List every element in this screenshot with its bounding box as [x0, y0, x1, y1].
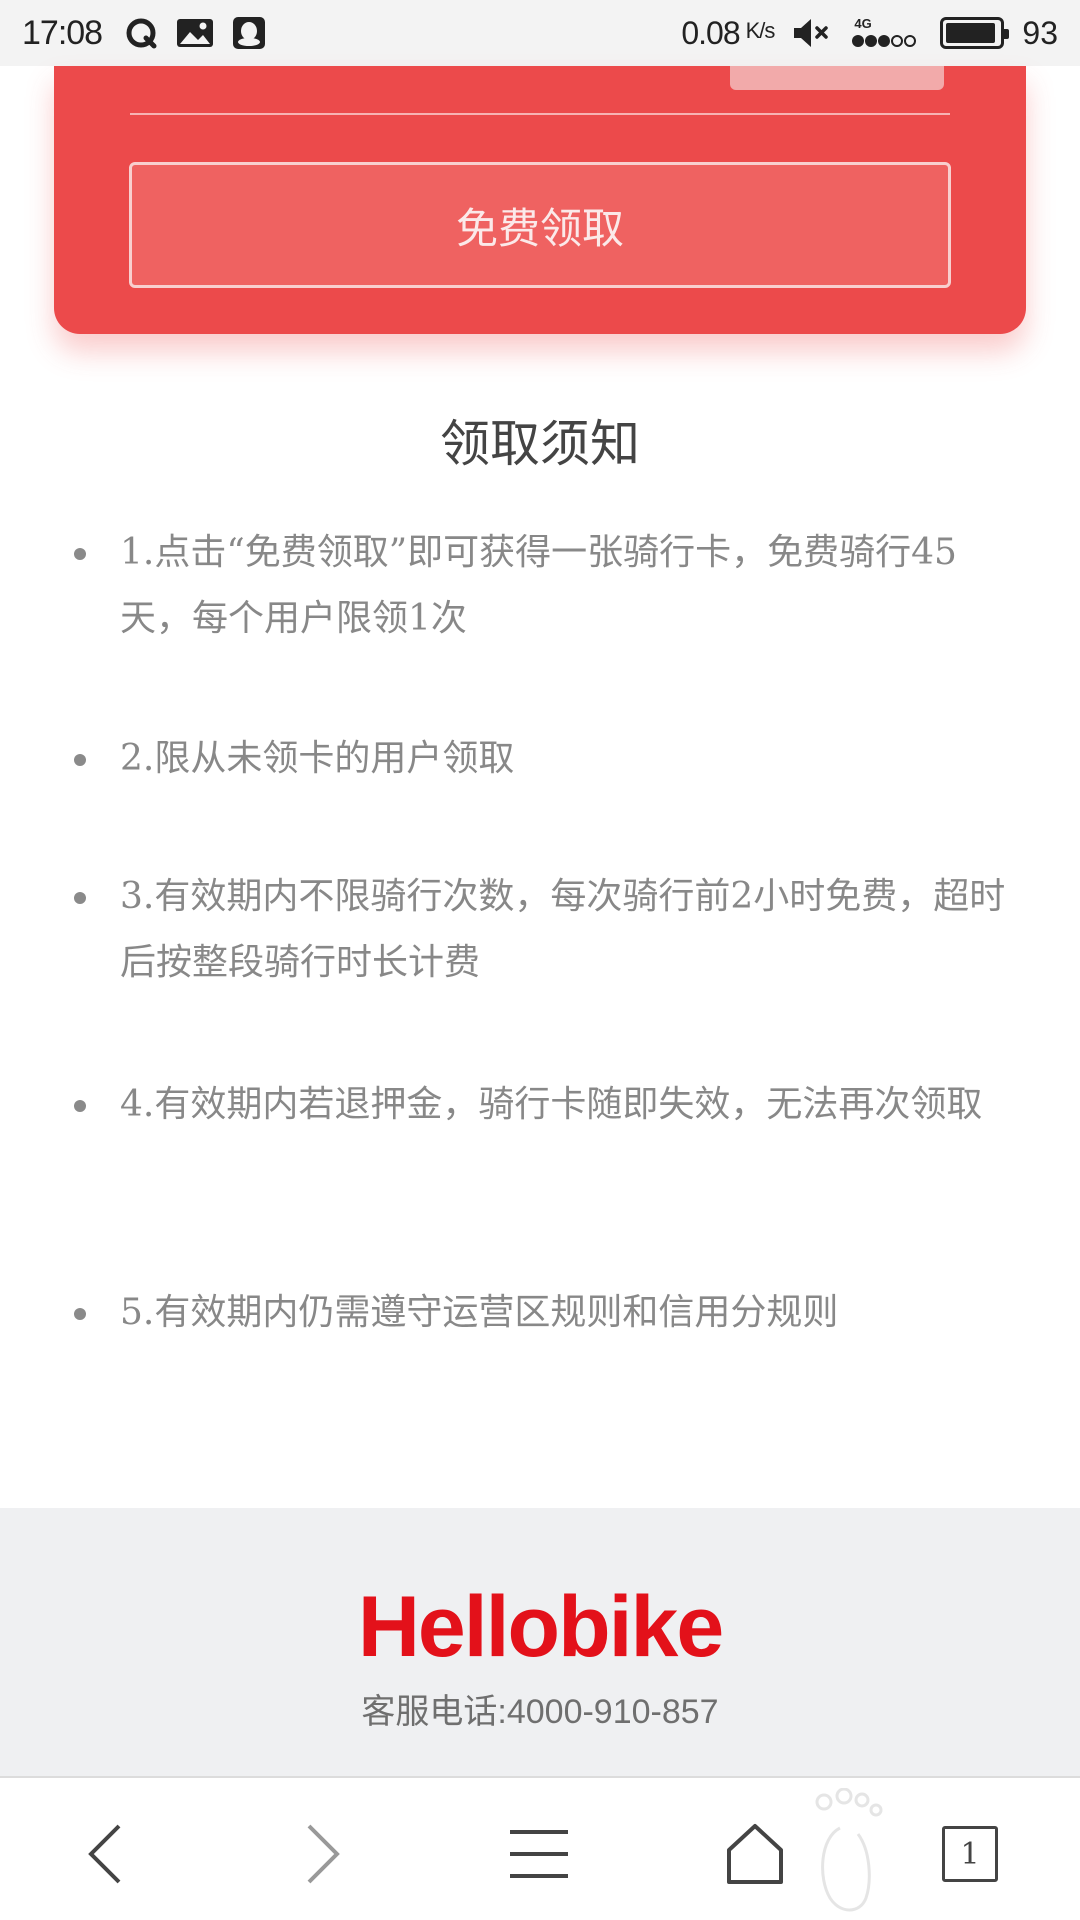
tabs-icon: 1: [942, 1826, 998, 1882]
hellobike-logo: Hellobike: [357, 1579, 724, 1675]
signal-indicator: 4G: [850, 16, 922, 50]
bullet-icon: [74, 1308, 86, 1320]
status-bar: 17:08 0.08 K/s 4G 93: [0, 0, 1080, 66]
customer-service-phone[interactable]: 客服电话:4000-910-857: [0, 1684, 1080, 1733]
notice-text: 1.点击“免费领取”即可获得一张骑行卡，免费骑行45天，每个用户限领1次: [120, 532, 957, 639]
browser-bottom-nav: 1: [0, 1776, 1080, 1920]
status-right: 0.08 K/s 4G 93: [681, 15, 1058, 52]
battery-percent: 93: [1022, 14, 1058, 51]
network-type: 4G: [854, 16, 872, 31]
list-item: 2.限从未领卡的用户领取: [70, 726, 514, 792]
network-speed-value: 0.08: [681, 14, 740, 51]
footer: Hellobike 客服电话:4000-910-857: [0, 1508, 1080, 1776]
battery-icon: [940, 17, 1010, 49]
menu-button[interactable]: [484, 1804, 594, 1904]
notice-text: 2.限从未领卡的用户领取: [120, 738, 515, 779]
list-item: 5.有效期内仍需遵守运营区规则和信用分规则: [70, 1280, 838, 1346]
notice-title: 领取须知: [440, 415, 640, 473]
menu-icon: [510, 1830, 568, 1878]
network-speed: 0.08 K/s: [681, 14, 776, 52]
list-item: 3.有效期内不限骑行次数，每次骑行前2小时免费，超时后按整段骑行时长计费: [70, 864, 1010, 996]
claim-free-button[interactable]: 免费领取: [129, 162, 951, 288]
forward-icon: [307, 1824, 340, 1884]
notice-text: 4.有效期内若退押金，骑行卡随即失效，无法再次领取: [120, 1084, 983, 1125]
forward-button[interactable]: [268, 1804, 378, 1904]
network-speed-unit: K/s: [745, 17, 776, 43]
bullet-icon: [74, 754, 86, 766]
status-time: 17:08: [22, 13, 103, 52]
list-item: 4.有效期内若退押金，骑行卡随即失效，无法再次领取: [70, 1072, 982, 1138]
status-left-icons: [124, 16, 266, 50]
qq-browser-icon: [126, 18, 157, 49]
home-button[interactable]: [700, 1804, 810, 1904]
mute-icon: [794, 19, 829, 47]
battery-fill: [946, 23, 995, 43]
list-item: 1.点击“免费领取”即可获得一张骑行卡，免费骑行45天，每个用户限领1次: [70, 520, 1010, 652]
bullet-icon: [74, 892, 86, 904]
home-icon: [727, 1824, 783, 1884]
footprint-watermark-icon: [815, 1788, 883, 1912]
back-icon: [88, 1824, 121, 1884]
qq-icon: [233, 17, 266, 49]
notice-text: 3.有效期内不限骑行次数，每次骑行前2小时免费，超时后按整段骑行时长计费: [120, 876, 1006, 983]
gallery-icon: [177, 19, 214, 47]
notice-text: 5.有效期内仍需遵守运营区规则和信用分规则: [120, 1292, 839, 1333]
card-divider: [130, 113, 950, 115]
bullet-icon: [74, 548, 86, 560]
tabs-button[interactable]: 1: [915, 1804, 1025, 1904]
card-tab-remnant: [730, 66, 944, 90]
back-button[interactable]: [50, 1804, 160, 1904]
signal-icon: [852, 35, 917, 47]
bullet-icon: [74, 1100, 86, 1112]
tab-count: 1: [960, 1836, 980, 1872]
